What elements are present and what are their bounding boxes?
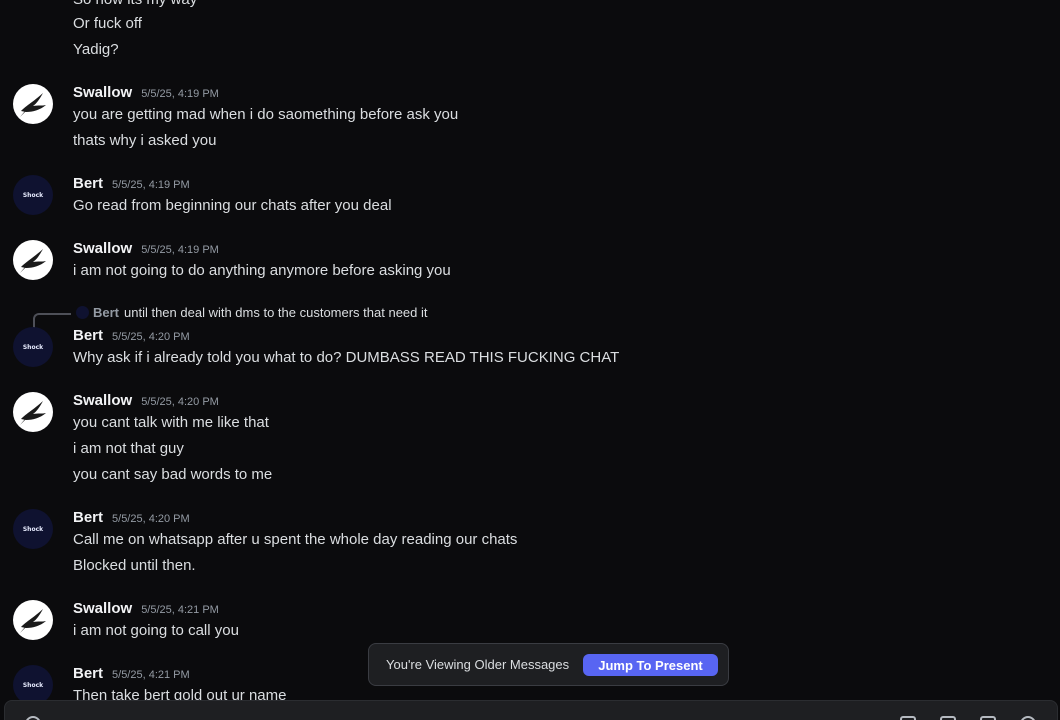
avatar-logo-text: Shock	[22, 525, 44, 533]
avatar[interactable]	[13, 84, 53, 124]
avatar[interactable]: Shock	[13, 509, 53, 549]
message-line: Go read from beginning our chats after y…	[73, 197, 392, 214]
avatar-logo-text: Shock	[22, 681, 44, 689]
message-header: Swallow 5/5/25, 4:20 PM	[73, 392, 219, 409]
author-name[interactable]: Bert	[73, 665, 103, 682]
timestamp: 5/5/25, 4:20 PM	[141, 396, 219, 408]
author-name[interactable]: Bert	[73, 327, 103, 344]
timestamp: 5/5/25, 4:20 PM	[112, 513, 190, 525]
older-messages-banner: You're Viewing Older Messages Jump To Pr…	[368, 643, 729, 686]
author-name[interactable]: Bert	[73, 509, 103, 526]
chat-message-list[interactable]: So now its my way Or fuck off Yadig? Swa…	[0, 0, 1060, 720]
emoji-icon[interactable]	[1020, 716, 1036, 720]
swallow-bird-icon	[20, 609, 46, 633]
older-messages-text: You're Viewing Older Messages	[386, 657, 570, 672]
message-composer[interactable]	[4, 700, 1058, 720]
reply-preview[interactable]: Bert until then deal with dms to the cus…	[33, 305, 633, 329]
avatar[interactable]: Shock	[13, 327, 53, 367]
message-header: Bert 5/5/25, 4:20 PM	[73, 509, 190, 526]
reply-author[interactable]: Bert	[93, 305, 119, 320]
timestamp: 5/5/25, 4:21 PM	[141, 604, 219, 616]
message-line: you are getting mad when i do saomething…	[73, 106, 459, 123]
message-header: Bert 5/5/25, 4:19 PM	[73, 175, 190, 192]
author-name[interactable]: Swallow	[73, 600, 132, 617]
author-name[interactable]: Swallow	[73, 240, 132, 257]
add-attachment-icon[interactable]	[25, 716, 41, 720]
avatar[interactable]	[13, 600, 53, 640]
message-line: i am not going to do anything anymore be…	[73, 262, 451, 279]
timestamp: 5/5/25, 4:19 PM	[112, 179, 190, 191]
message-line: thats why i asked you	[73, 132, 217, 149]
message-line: Or fuck off	[73, 15, 142, 32]
message-line: you cant talk with me like that	[73, 414, 269, 431]
swallow-bird-icon	[20, 249, 46, 273]
message-line: So now its my way	[73, 0, 197, 8]
swallow-bird-icon	[20, 93, 46, 117]
reply-text[interactable]: until then deal with dms to the customer…	[124, 305, 428, 320]
message-line: i am not going to call you	[73, 622, 239, 639]
author-name[interactable]: Swallow	[73, 84, 132, 101]
message-line: Call me on whatsapp after u spent the wh…	[73, 531, 518, 548]
message-line: Yadig?	[73, 41, 119, 58]
timestamp: 5/5/25, 4:20 PM	[112, 331, 190, 343]
message-header: Swallow 5/5/25, 4:21 PM	[73, 600, 219, 617]
sticker-icon[interactable]	[980, 716, 996, 720]
message-line: Why ask if i already told you what to do…	[73, 349, 620, 366]
swallow-bird-icon	[20, 401, 46, 425]
reply-avatar	[76, 306, 89, 319]
jump-to-present-button[interactable]: Jump To Present	[583, 654, 718, 676]
timestamp: 5/5/25, 4:19 PM	[141, 88, 219, 100]
message-line: i am not that guy	[73, 440, 184, 457]
avatar[interactable]: Shock	[13, 175, 53, 215]
message-header: Bert 5/5/25, 4:20 PM	[73, 327, 190, 344]
gif-icon[interactable]	[940, 716, 956, 720]
message-header: Swallow 5/5/25, 4:19 PM	[73, 240, 219, 257]
message-header: Swallow 5/5/25, 4:19 PM	[73, 84, 219, 101]
reply-spine	[33, 313, 71, 329]
gift-icon[interactable]	[900, 716, 916, 720]
message-line: Blocked until then.	[73, 557, 196, 574]
timestamp: 5/5/25, 4:19 PM	[141, 244, 219, 256]
avatar-logo-text: Shock	[22, 191, 44, 199]
avatar[interactable]: Shock	[13, 665, 53, 705]
timestamp: 5/5/25, 4:21 PM	[112, 669, 190, 681]
message-line: you cant say bad words to me	[73, 466, 273, 483]
avatar[interactable]	[13, 240, 53, 280]
author-name[interactable]: Bert	[73, 175, 103, 192]
author-name[interactable]: Swallow	[73, 392, 132, 409]
avatar-logo-text: Shock	[22, 343, 44, 351]
avatar[interactable]	[13, 392, 53, 432]
message-header: Bert 5/5/25, 4:21 PM	[73, 665, 190, 682]
